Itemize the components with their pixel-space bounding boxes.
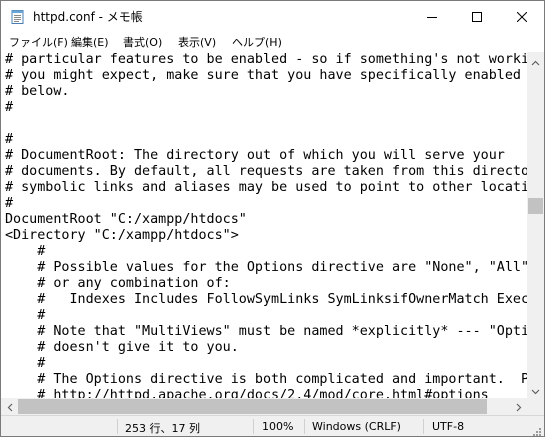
editor-line: # particular features to be enabled - so…: [5, 52, 527, 67]
editor-lines: # particular features to be enabled - so…: [5, 52, 527, 398]
minimize-icon: [426, 7, 437, 26]
editor-line: # below.: [5, 84, 70, 99]
chevron-down-icon: [531, 380, 540, 399]
status-divider: [423, 419, 424, 434]
text-editor[interactable]: # particular features to be enabled - so…: [1, 52, 527, 398]
editor-line: # documents. By default, all requests ar…: [5, 164, 527, 179]
editor-line: #: [5, 100, 14, 115]
editor-line: #: [5, 244, 46, 259]
scroll-left-button[interactable]: [1, 398, 18, 415]
menu-file[interactable]: ファイル(F): [9, 34, 68, 50]
editor-line: # you might expect, make sure that you h…: [5, 68, 527, 83]
horizontal-scroll-thumb[interactable]: [18, 399, 487, 414]
editor-line: # or any combination of:: [5, 276, 231, 291]
notepad-icon[interactable]: [10, 9, 25, 24]
maximize-button[interactable]: [454, 1, 499, 31]
chevron-up-icon: [531, 51, 540, 70]
close-icon: [516, 7, 527, 26]
horizontal-scrollbar[interactable]: [1, 398, 527, 415]
scroll-right-button[interactable]: [510, 398, 527, 415]
status-cursor-position: 253 行、17 列: [125, 422, 200, 435]
status-divider: [117, 419, 118, 434]
menu-format[interactable]: 書式(O): [123, 34, 162, 50]
editor-line: #: [5, 308, 46, 323]
scroll-up-button[interactable]: [527, 52, 544, 69]
scroll-down-button[interactable]: [527, 381, 544, 398]
editor-line: # The Options directive is both complica…: [37, 372, 527, 387]
editor-line: # DocumentRoot: The directory out of whi…: [5, 148, 505, 163]
vertical-scrollbar[interactable]: [527, 52, 544, 398]
editor-line: # http://httpd.apache.org/docs/2.4/mod/c…: [5, 388, 489, 398]
editor-line: # Possible values for the Options direct…: [5, 260, 527, 275]
editor-line: # symbolic links and aliases may be used…: [5, 180, 527, 195]
status-divider: [304, 419, 305, 434]
status-zoom: 100%: [262, 420, 294, 433]
menu-view[interactable]: 表示(V): [178, 34, 216, 50]
notepad-window: httpd.conf - メモ帳 ファイル(F) 編集(E) 書式(O) 表示(…: [0, 0, 545, 437]
editor-line: <Directory "C:/xampp/htdocs">: [5, 228, 239, 243]
editor-line: DocumentRoot "C:/xampp/htdocs": [5, 212, 247, 227]
editor-line: #: [5, 356, 46, 371]
vertical-scroll-thumb[interactable]: [528, 198, 543, 214]
close-button[interactable]: [499, 1, 544, 31]
status-encoding: UTF-8: [432, 420, 465, 433]
status-line-ending: Windows (CRLF): [312, 420, 401, 433]
resize-grip-icon[interactable]: [531, 422, 542, 436]
window-title: httpd.conf - メモ帳: [33, 10, 143, 24]
editor-line: # doesn't give it to you.: [5, 340, 239, 355]
editor-line: # Indexes Includes FollowSymLinks SymLin…: [37, 292, 527, 307]
maximize-icon: [471, 7, 482, 26]
menu-help[interactable]: ヘルプ(H): [232, 34, 282, 50]
status-bar: 253 行、17 列 100% Windows (CRLF) UTF-8: [1, 415, 544, 436]
scrollbar-corner: [527, 398, 544, 415]
status-divider: [253, 419, 254, 434]
chevron-right-icon: [516, 397, 522, 416]
editor-line: #: [5, 196, 14, 211]
minimize-button[interactable]: [409, 1, 454, 31]
editor-line: #: [5, 132, 14, 147]
menu-bar: ファイル(F) 編集(E) 書式(O) 表示(V) ヘルプ(H): [1, 31, 544, 52]
menu-edit[interactable]: 編集(E): [71, 34, 109, 50]
title-bar[interactable]: httpd.conf - メモ帳: [1, 1, 544, 31]
chevron-left-icon: [7, 397, 13, 416]
editor-line: # Note that "MultiViews" must be named *…: [37, 324, 527, 339]
